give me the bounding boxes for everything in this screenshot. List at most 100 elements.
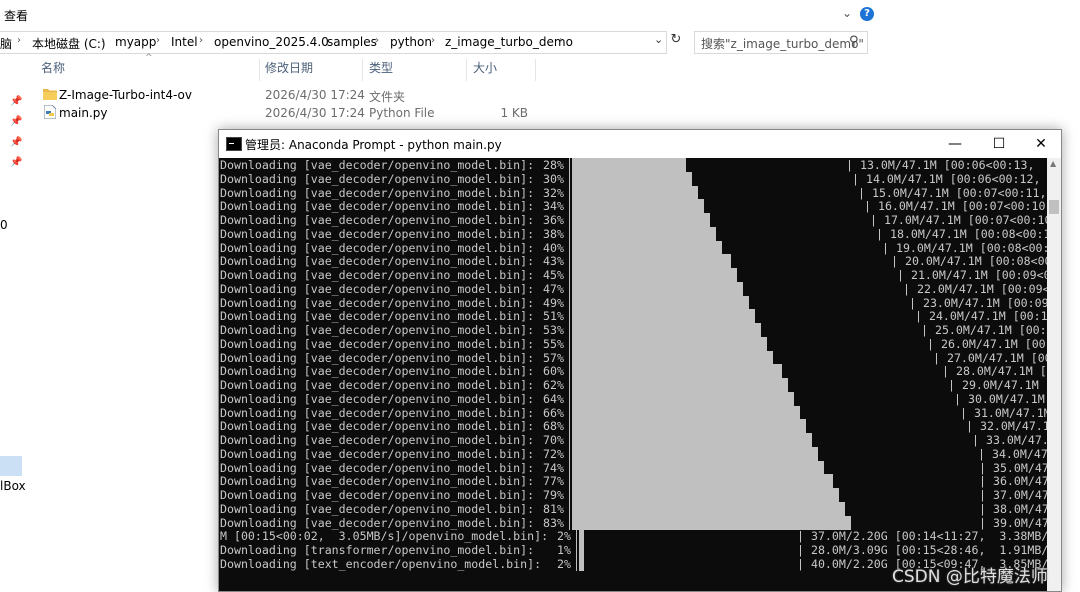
progress-bar-fill	[572, 240, 722, 255]
progress-percent: 60%	[543, 364, 564, 379]
progress-bar-fill	[572, 350, 773, 365]
progress-bar	[576, 556, 798, 571]
terminal-line: Downloading [vae_decoder/openvino_model.…	[219, 336, 1047, 351]
chevron-right-icon[interactable]: ›	[375, 35, 379, 46]
download-label: Downloading [vae_decoder/openvino_model.…	[220, 281, 535, 296]
chevron-right-icon[interactable]: ›	[101, 35, 105, 46]
breadcrumb-2[interactable]: myapp	[115, 35, 156, 49]
download-label: Downloading [vae_decoder/openvino_model.…	[220, 336, 535, 351]
progress-bar-edge	[569, 336, 570, 351]
column-header-date[interactable]: 修改日期	[265, 59, 313, 83]
download-label: Downloading [vae_decoder/openvino_model.…	[220, 226, 535, 241]
search-input[interactable]: 搜索"z_image_turbo_demo" ⚲	[694, 31, 868, 54]
progress-percent: 53%	[543, 323, 564, 337]
column-divider[interactable]	[362, 59, 363, 81]
terminal-output[interactable]: Downloading [vae_decoder/openvino_model.…	[219, 158, 1047, 591]
file-size: 1 KB	[500, 106, 528, 120]
progress-percent: 2%	[557, 529, 571, 544]
chevron-right-icon[interactable]: ›	[431, 35, 435, 46]
progress-bar-edge	[569, 158, 570, 172]
progress-bar-fill	[579, 529, 584, 544]
progress-bar-fill	[572, 460, 824, 475]
breadcrumb-6[interactable]: python	[390, 35, 432, 49]
nav-pane-fragment[interactable]: lBox	[0, 479, 26, 493]
chevron-right-icon[interactable]: ›	[17, 35, 21, 46]
progress-percent: 79%	[543, 488, 564, 502]
terminal-line: Downloading [vae_decoder/openvino_model.…	[219, 474, 1047, 489]
breadcrumb-0[interactable]: 脑	[0, 35, 12, 52]
download-label: Downloading [vae_decoder/openvino_model.…	[220, 350, 535, 365]
breadcrumb-4[interactable]: openvino_2025.4.0	[214, 35, 329, 49]
close-button[interactable]: ✕	[1023, 130, 1059, 158]
download-stats: | 37.0M/47.1M	[979, 488, 1047, 502]
progress-percent: 83%	[543, 515, 564, 530]
scroll-up-icon[interactable]: ▲	[1050, 159, 1056, 168]
terminal-line: M [00:15<00:02, 3.05MB/s]/openvino_model…	[219, 529, 1047, 544]
progress-bar-fill	[572, 446, 818, 461]
column-divider[interactable]	[535, 59, 536, 81]
breadcrumb-3[interactable]: Intel	[171, 35, 198, 49]
column-header-size[interactable]: 大小	[473, 59, 497, 83]
chevron-right-icon[interactable]: ›	[559, 35, 563, 46]
progress-bar-fill	[572, 336, 767, 351]
download-stats: | 18.0M/47.1M [00:08<00:10	[876, 226, 1047, 241]
terminal-line: Downloading [vae_decoder/openvino_model.…	[219, 433, 1047, 447]
progress-percent: 2%	[557, 556, 571, 571]
terminal-line: Downloading [vae_decoder/openvino_model.…	[219, 171, 1047, 186]
download-stats: | 31.0M/47.1M [00	[960, 405, 1047, 420]
pin-icon[interactable]: 📌	[10, 96, 22, 107]
address-bar[interactable]: 脑 › 本地磁盘 (C:) › myapp › Intel › openvino…	[0, 31, 667, 54]
breadcrumb-7[interactable]: z_image_turbo_demo	[445, 35, 573, 49]
download-label: Downloading [vae_decoder/openvino_model.…	[220, 254, 535, 269]
download-stats: | 30.0M/47.1M [00:	[954, 391, 1045, 406]
chevron-right-icon[interactable]: ›	[199, 35, 203, 46]
chevron-right-icon[interactable]: ›	[156, 35, 160, 46]
progress-percent: 70%	[543, 433, 564, 447]
scrollbar-thumb[interactable]	[1049, 200, 1059, 214]
breadcrumb-5[interactable]: samples	[327, 35, 377, 49]
chevron-down-icon[interactable]: ⌄	[842, 6, 852, 20]
pin-icon[interactable]: 📌	[10, 157, 22, 168]
help-icon[interactable]: ?	[860, 7, 874, 21]
progress-percent: 30%	[543, 171, 564, 186]
progress-bar-fill	[579, 543, 584, 557]
progress-bar-fill	[572, 158, 686, 172]
terminal-line: Downloading [vae_decoder/openvino_model.…	[219, 268, 1047, 282]
progress-percent: 1%	[557, 543, 571, 557]
search-icon[interactable]: ⚲	[849, 34, 859, 49]
minimize-button[interactable]: —	[937, 130, 973, 158]
nav-pane-selected-item[interactable]	[0, 456, 22, 476]
pin-icon[interactable]: 📌	[10, 116, 22, 127]
file-row[interactable]: Z-Image-Turbo-int4-ov 2026/4/30 17:24 文件…	[40, 87, 540, 105]
console-scrollbar[interactable]: ▲	[1047, 158, 1061, 591]
address-dropdown-icon[interactable]: ⌄	[654, 33, 663, 46]
file-name: Z-Image-Turbo-int4-ov	[59, 88, 192, 102]
breadcrumb-1[interactable]: 本地磁盘 (C:)	[32, 35, 106, 52]
column-divider[interactable]	[259, 59, 260, 81]
chevron-right-icon[interactable]: ›	[313, 35, 317, 46]
column-divider[interactable]	[466, 59, 467, 81]
progress-bar-edge	[569, 226, 570, 241]
progress-percent: 72%	[543, 446, 564, 461]
terminal-line: Downloading [vae_decoder/openvino_model.…	[219, 419, 1047, 434]
progress-percent: 45%	[543, 268, 564, 282]
progress-bar-fill	[572, 474, 833, 489]
nav-pane-fragment[interactable]: 0	[0, 218, 8, 232]
search-placeholder: 搜索"z_image_turbo_demo"	[701, 37, 864, 51]
progress-bar-edge	[569, 515, 570, 530]
file-date: 2026/4/30 17:24	[265, 106, 365, 120]
download-label: Downloading [vae_decoder/openvino_model.…	[220, 501, 535, 516]
menu-view[interactable]: 查看	[4, 7, 28, 24]
column-header-name[interactable]: 名称	[41, 59, 65, 83]
file-row[interactable]: main.py 2026/4/30 17:24 Python File 1 KB	[40, 105, 540, 123]
refresh-icon[interactable]: ↻	[668, 32, 684, 50]
progress-percent: 34%	[543, 199, 564, 214]
progress-bar-edge	[576, 529, 577, 544]
pin-icon[interactable]: 📌	[10, 137, 22, 148]
console-titlebar[interactable]: 管理员: Anaconda Prompt - python main.py — …	[219, 130, 1061, 158]
column-header-type[interactable]: 类型	[369, 59, 393, 83]
progress-bar-edge	[569, 446, 570, 461]
maximize-button[interactable]: ☐	[981, 130, 1017, 158]
anaconda-prompt-window[interactable]: 管理员: Anaconda Prompt - python main.py — …	[218, 129, 1062, 592]
progress-percent: 51%	[543, 309, 564, 324]
